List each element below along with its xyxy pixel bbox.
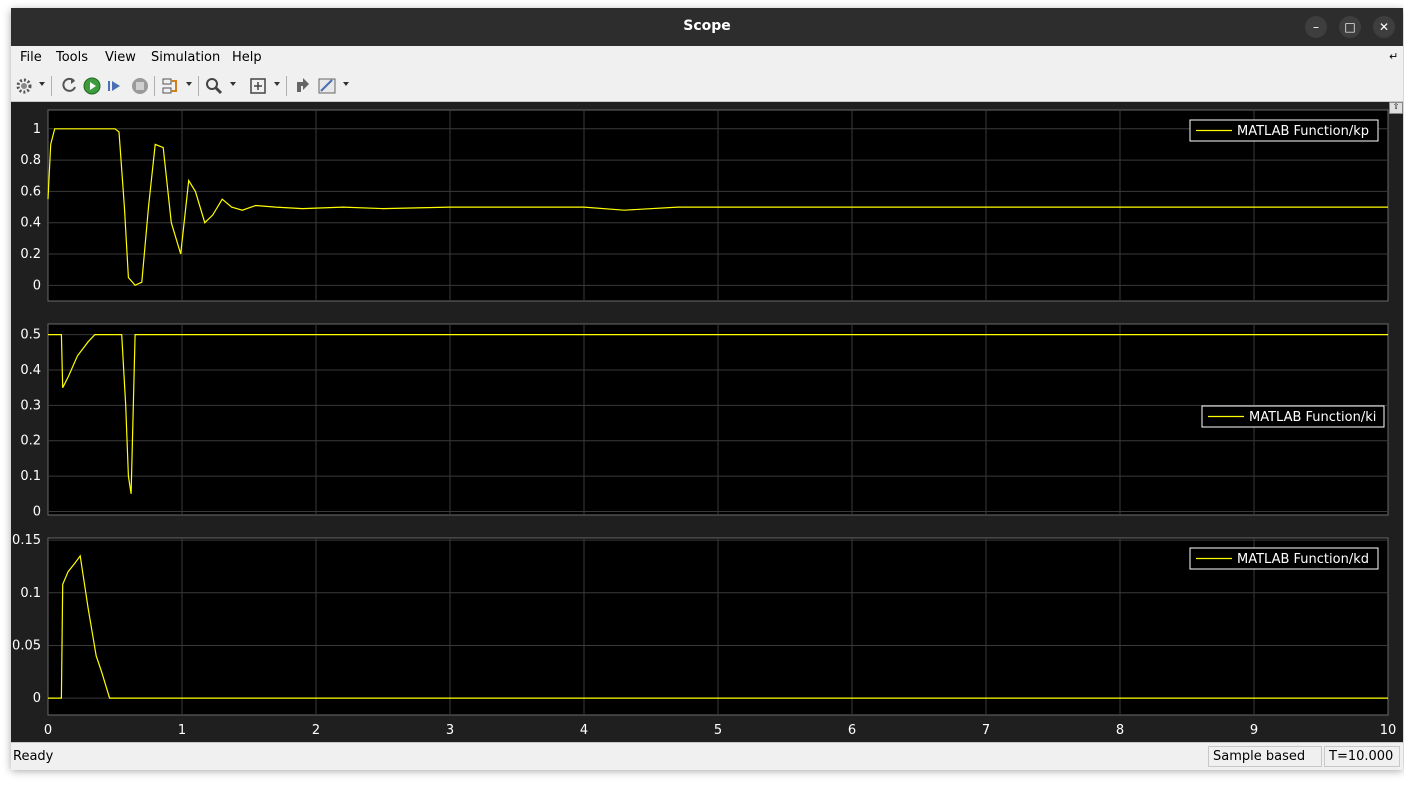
y-tick-label: 0.1 bbox=[20, 469, 41, 484]
x-tick-label: 0 bbox=[44, 723, 52, 738]
menu-view[interactable]: View bbox=[105, 50, 136, 65]
sample-mode-indicator: Sample based bbox=[1208, 746, 1322, 767]
step-forward-icon[interactable] bbox=[105, 76, 125, 96]
settings-dropdown-icon[interactable] bbox=[39, 82, 45, 86]
y-tick-label: 0.4 bbox=[20, 363, 41, 378]
toolbar bbox=[11, 70, 1403, 102]
restore-icon[interactable] bbox=[59, 76, 79, 96]
y-tick-label: 0.15 bbox=[12, 533, 41, 548]
y-tick-label: 0.5 bbox=[20, 328, 41, 343]
highlight-dropdown-icon[interactable] bbox=[186, 82, 192, 86]
x-tick-label: 9 bbox=[1250, 723, 1258, 738]
toolbar-separator bbox=[198, 76, 199, 96]
status-bar: Ready Sample based T=10.000 bbox=[11, 742, 1403, 770]
x-tick-label: 3 bbox=[446, 723, 454, 738]
x-tick-label: 2 bbox=[312, 723, 320, 738]
y-tick-label: 0.4 bbox=[20, 216, 41, 231]
menu-simulation[interactable]: Simulation bbox=[151, 50, 220, 65]
y-tick-label: 0 bbox=[33, 278, 41, 293]
data-cursor-icon[interactable] bbox=[293, 76, 313, 96]
y-tick-label: 0 bbox=[33, 504, 41, 519]
close-icon[interactable]: ✕ bbox=[1373, 16, 1395, 38]
zoom-dropdown-icon[interactable] bbox=[230, 82, 236, 86]
menu-file[interactable]: File bbox=[20, 50, 42, 65]
y-tick-label: 0.2 bbox=[20, 434, 41, 449]
minimize-icon[interactable]: – bbox=[1305, 16, 1327, 38]
scope-plots[interactable]: 0 0.2 0.4 0.6 0.8 1 MATLAB Function/kp 0 0.1 0.2 0… bbox=[11, 102, 1403, 742]
y-tick-label: 0.6 bbox=[20, 184, 41, 199]
title-bar: Scope – □ ✕ bbox=[11, 8, 1403, 46]
simulation-time: T=10.000 bbox=[1324, 746, 1400, 767]
zoom-icon[interactable] bbox=[204, 76, 224, 96]
toolbar-separator bbox=[286, 76, 287, 96]
x-tick-label: 1 bbox=[178, 723, 186, 738]
menu-bar: File Tools View Simulation Help ↵ bbox=[11, 46, 1403, 71]
y-tick-label: 0.2 bbox=[20, 247, 41, 262]
x-tick-label: 4 bbox=[580, 723, 588, 738]
y-tick-label: 0.05 bbox=[12, 638, 41, 653]
expand-icon[interactable]: ⇧ bbox=[1389, 102, 1403, 114]
autoscale-icon[interactable] bbox=[248, 76, 268, 96]
legend-label: MATLAB Function/ki bbox=[1249, 410, 1376, 425]
y-tick-label: 0.8 bbox=[20, 153, 41, 168]
undock-icon[interactable]: ↵ bbox=[1389, 50, 1398, 63]
window-title: Scope bbox=[683, 18, 731, 34]
x-tick-label: 7 bbox=[982, 723, 990, 738]
plot-area: 0 0.2 0.4 0.6 0.8 1 MATLAB Function/kp 0 0.1 0.2 0… bbox=[11, 102, 1403, 742]
x-tick-label: 10 bbox=[1380, 723, 1397, 738]
toolbar-separator bbox=[51, 76, 52, 96]
style-dropdown-icon[interactable] bbox=[343, 82, 349, 86]
scope-window: Scope – □ ✕ File Tools View Simulation H… bbox=[11, 8, 1403, 770]
menu-tools[interactable]: Tools bbox=[56, 50, 88, 65]
autoscale-dropdown-icon[interactable] bbox=[274, 82, 280, 86]
settings-icon[interactable] bbox=[14, 76, 34, 96]
y-tick-label: 0.3 bbox=[20, 398, 41, 413]
x-tick-label: 8 bbox=[1116, 723, 1124, 738]
legend-label: MATLAB Function/kd bbox=[1237, 552, 1369, 567]
style-icon[interactable] bbox=[317, 76, 337, 96]
y-tick-label: 0 bbox=[33, 691, 41, 706]
y-tick-label: 1 bbox=[33, 122, 41, 137]
run-icon[interactable] bbox=[82, 76, 102, 96]
status-text: Ready bbox=[13, 749, 54, 764]
x-tick-label: 5 bbox=[714, 723, 722, 738]
stop-icon[interactable] bbox=[130, 76, 150, 96]
toolbar-separator bbox=[154, 76, 155, 96]
y-tick-label: 0.1 bbox=[20, 586, 41, 601]
highlight-block-icon[interactable] bbox=[161, 76, 181, 96]
maximize-icon[interactable]: □ bbox=[1339, 16, 1361, 38]
menu-help[interactable]: Help bbox=[232, 50, 262, 65]
x-tick-label: 6 bbox=[848, 723, 856, 738]
legend-label: MATLAB Function/kp bbox=[1237, 124, 1369, 139]
